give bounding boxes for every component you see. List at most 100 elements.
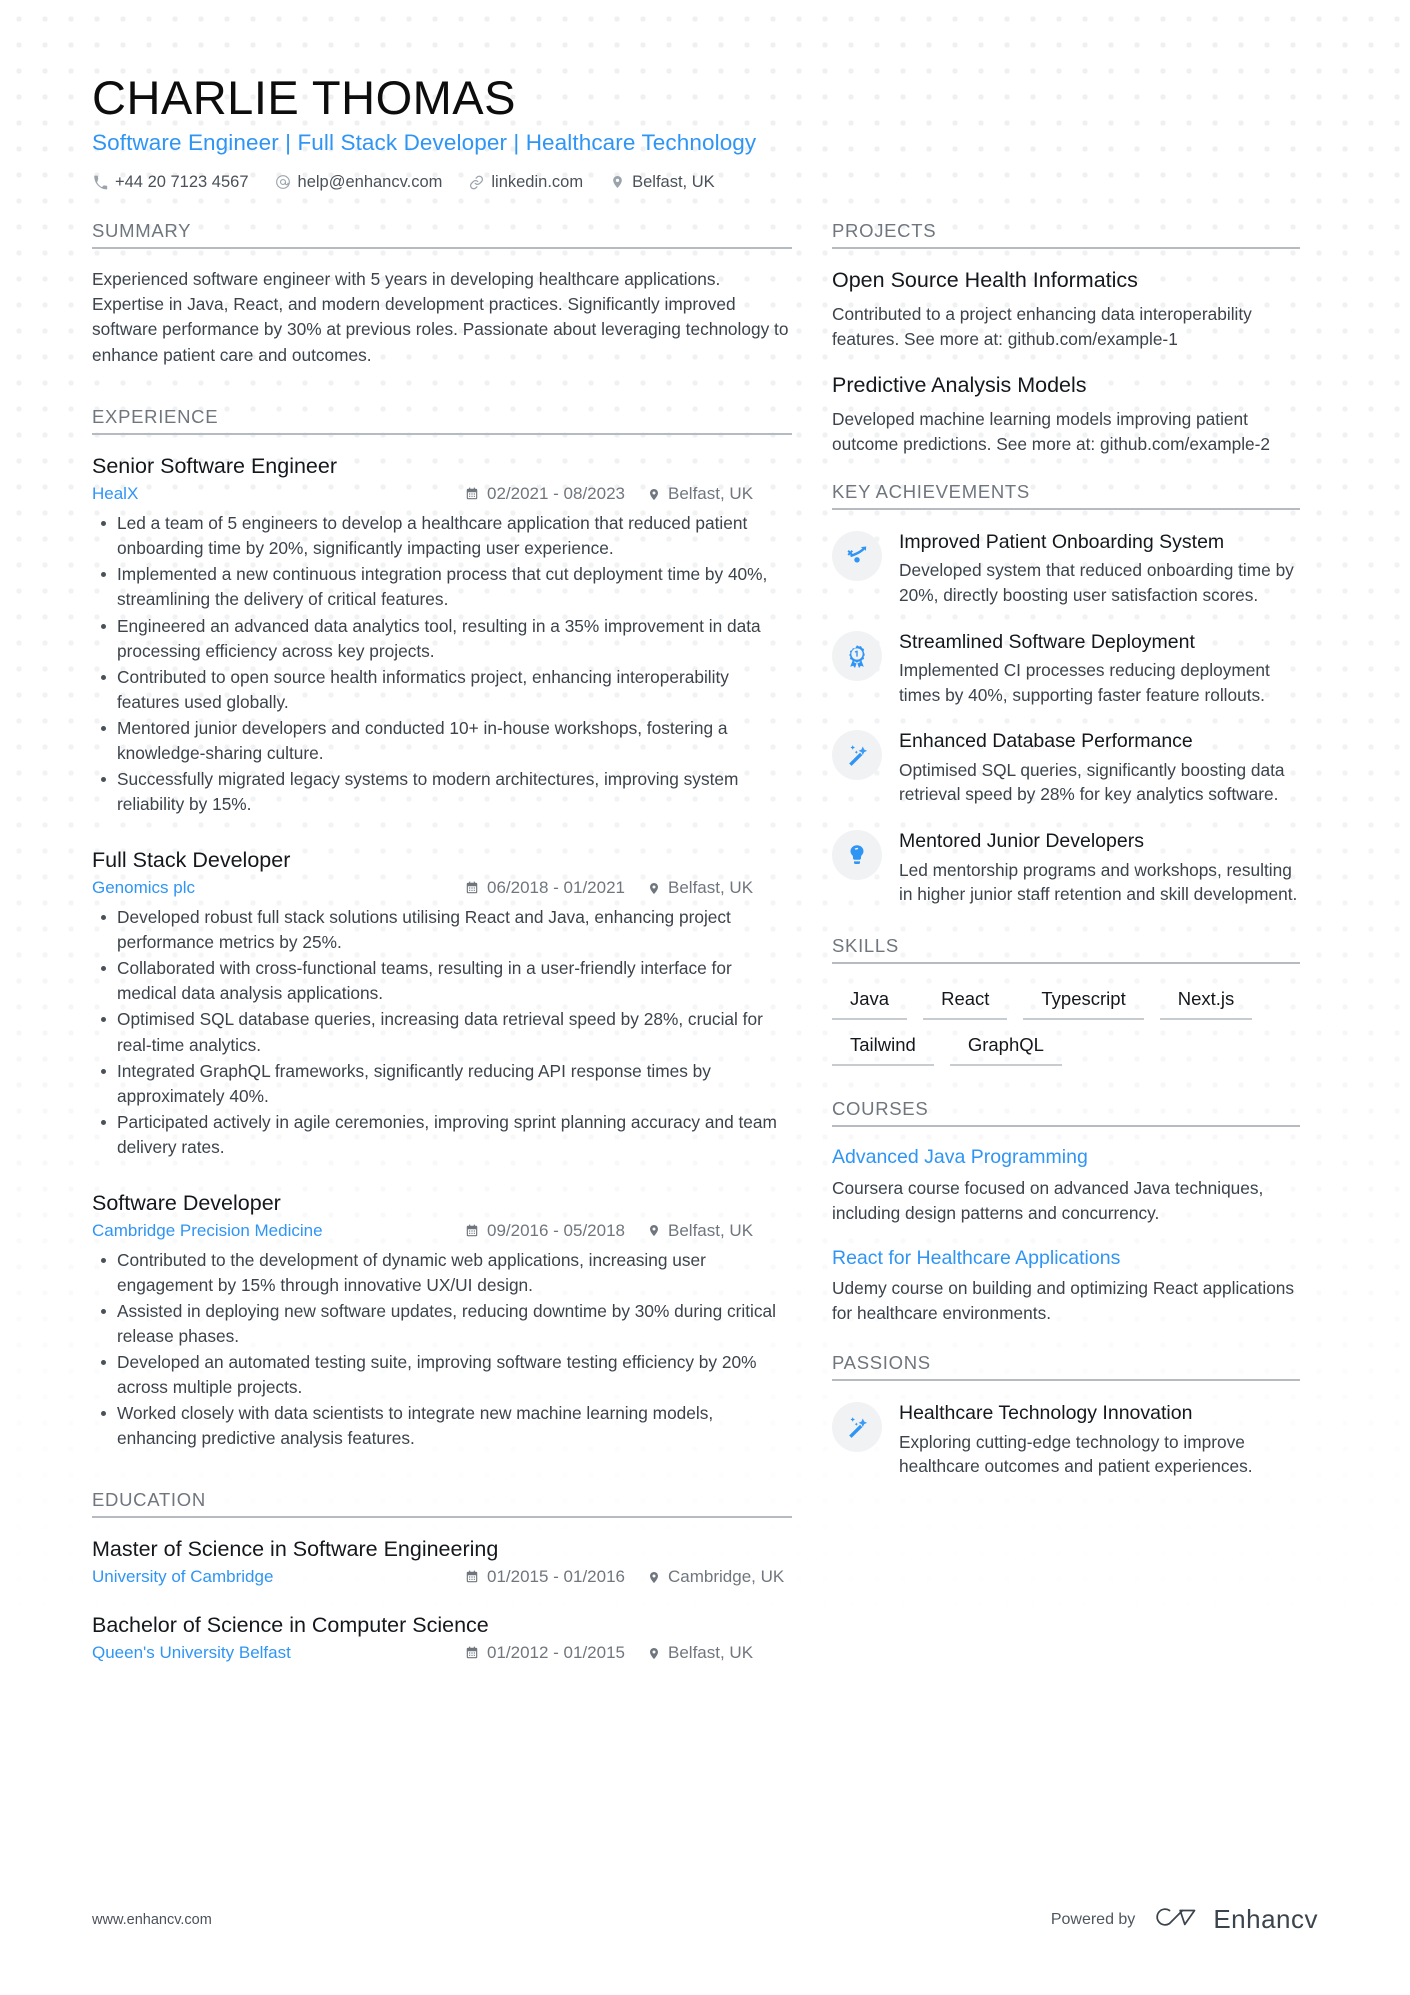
experience-location: Belfast, UK bbox=[647, 878, 792, 898]
section-title-key-achievements: KEY ACHIEVEMENTS bbox=[832, 481, 1300, 510]
project-title: Predictive Analysis Models bbox=[832, 372, 1087, 397]
calendar-icon bbox=[465, 1223, 479, 1238]
footer-website-url[interactable]: www.enhancv.com bbox=[92, 1912, 212, 1928]
location-pin-icon bbox=[647, 487, 661, 502]
experience-meta: Cambridge Precision Medicine 09/2016 - 0… bbox=[92, 1221, 792, 1241]
contact-phone[interactable]: +44 20 7123 4567 bbox=[92, 173, 249, 192]
experience-company[interactable]: HealX bbox=[92, 484, 138, 504]
achievement-body: Enhanced Database Performance Optimised … bbox=[899, 727, 1300, 807]
experience-dates-text: 09/2016 - 05/2018 bbox=[486, 1220, 625, 1240]
achievement-description: Led mentorship programs and workshops, r… bbox=[899, 859, 1298, 905]
contact-row: +44 20 7123 4567 help@enhancv.com linked… bbox=[92, 173, 1318, 192]
enhancv-brand-name: Enhancv bbox=[1213, 1904, 1318, 1934]
calendar-icon bbox=[465, 487, 479, 502]
location-pin-icon bbox=[609, 174, 625, 190]
magic-wand-icon bbox=[832, 1402, 882, 1453]
experience-location-text: Belfast, UK bbox=[668, 1220, 754, 1240]
course-description: Coursera course focused on advanced Java… bbox=[832, 1177, 1264, 1223]
contact-email[interactable]: help@enhancv.com bbox=[275, 173, 442, 192]
education-location-text: Belfast, UK bbox=[668, 1643, 754, 1663]
achievement-item: Enhanced Database Performance Optimised … bbox=[832, 727, 1300, 807]
education-institution[interactable]: University of Cambridge bbox=[92, 1567, 273, 1587]
experience-meta: Genomics plc 06/2018 - 01/2021 Belfast, bbox=[92, 878, 792, 898]
education-meta: Queen's University Belfast 01/2012 - 01/… bbox=[92, 1643, 792, 1663]
project-description: Contributed to a project enhancing data … bbox=[832, 303, 1252, 349]
education-dates-text: 01/2012 - 01/2015 bbox=[486, 1643, 625, 1663]
section-title-education: EDUCATION bbox=[92, 1489, 792, 1519]
education-entry: Bachelor of Science in Computer Science … bbox=[92, 1612, 792, 1663]
achievement-item: Mentored Junior Developers Led mentorshi… bbox=[832, 827, 1300, 907]
location-pin-icon bbox=[647, 1646, 661, 1661]
education-entry: Master of Science in Software Engineerin… bbox=[92, 1536, 792, 1587]
footer-branding: Powered by Enhancv bbox=[1051, 1904, 1318, 1935]
contact-linkedin-text: linkedin.com bbox=[491, 172, 584, 191]
email-icon bbox=[275, 174, 291, 190]
course-title[interactable]: React for Healthcare Applications bbox=[832, 1246, 1300, 1271]
experience-location-text: Belfast, UK bbox=[668, 484, 754, 504]
award-ribbon-icon bbox=[832, 630, 882, 681]
section-key-achievements: KEY ACHIEVEMENTS Improved Patient Onboar… bbox=[832, 481, 1300, 907]
achievement-description: Implemented CI processes reducing deploy… bbox=[899, 659, 1270, 705]
experience-company[interactable]: Cambridge Precision Medicine bbox=[92, 1221, 323, 1241]
education-meta: University of Cambridge 01/2015 - 01/201… bbox=[92, 1567, 792, 1587]
course-title[interactable]: Advanced Java Programming bbox=[832, 1145, 1300, 1170]
passion-description: Exploring cutting-edge technology to imp… bbox=[899, 1431, 1253, 1477]
passion-body: Healthcare Technology Innovation Explori… bbox=[899, 1399, 1300, 1479]
section-courses: COURSES Advanced Java Programming Course… bbox=[832, 1098, 1300, 1326]
course-item: React for Healthcare Applications Udemy … bbox=[832, 1246, 1300, 1327]
location-pin-icon bbox=[647, 1223, 661, 1238]
education-dates-text: 01/2015 - 01/2016 bbox=[486, 1567, 625, 1587]
achievement-body: Improved Patient Onboarding System Devel… bbox=[899, 528, 1300, 608]
brain-icon bbox=[832, 830, 882, 881]
skill-tag[interactable]: Java bbox=[832, 984, 908, 1021]
enhancv-brand: Enhancv bbox=[1151, 1904, 1318, 1935]
education-institution[interactable]: Queen's University Belfast bbox=[92, 1643, 291, 1663]
course-item: Advanced Java Programming Coursera cours… bbox=[832, 1145, 1300, 1226]
skills-tag-list: Java React Typescript Next.js Tailwind G… bbox=[832, 982, 1300, 1067]
phone-icon bbox=[92, 174, 108, 190]
skill-tag[interactable]: React bbox=[923, 984, 1008, 1021]
powered-by-label: Powered by bbox=[1050, 1910, 1136, 1928]
section-title-projects: PROJECTS bbox=[832, 220, 1300, 249]
experience-job-title: Senior Software Engineer bbox=[92, 454, 338, 479]
section-title-skills: SKILLS bbox=[832, 935, 1300, 965]
section-title-experience: EXPERIENCE bbox=[92, 406, 792, 436]
passion-item: Healthcare Technology Innovation Explori… bbox=[832, 1399, 1300, 1479]
project-title: Open Source Health Informatics bbox=[832, 267, 1138, 292]
right-column: PROJECTS Open Source Health Informatics … bbox=[832, 220, 1300, 1671]
achievement-title: Streamlined Software Deployment bbox=[899, 630, 1195, 653]
project-description: Developed machine learning models improv… bbox=[832, 408, 1271, 454]
magic-wand-icon bbox=[832, 730, 882, 781]
education-degree: Master of Science in Software Engineerin… bbox=[92, 1537, 499, 1562]
experience-entry: Full Stack Developer Genomics plc 06/201… bbox=[92, 847, 792, 1160]
bullet-item: Mentored junior developers and conducted… bbox=[92, 716, 792, 766]
education-dates: 01/2015 - 01/2016 bbox=[465, 1567, 625, 1587]
bullet-item: Optimised SQL database queries, increasi… bbox=[92, 1007, 792, 1057]
experience-dates: 06/2018 - 01/2021 bbox=[465, 878, 625, 898]
experience-dates-text: 02/2021 - 08/2023 bbox=[486, 484, 625, 504]
project-item: Open Source Health Informatics Contribut… bbox=[832, 267, 1300, 352]
experience-meta: HealX 02/2021 - 08/2023 Belfast, UK bbox=[92, 484, 792, 504]
contact-linkedin[interactable]: linkedin.com bbox=[468, 173, 583, 192]
section-title-courses: COURSES bbox=[832, 1098, 1300, 1128]
bullet-item: Worked closely with data scientists to i… bbox=[92, 1401, 792, 1451]
skill-tag[interactable]: Tailwind bbox=[832, 1030, 934, 1067]
skill-tag[interactable]: GraphQL bbox=[949, 1030, 1062, 1067]
contact-phone-text: +44 20 7123 4567 bbox=[115, 172, 249, 191]
left-column: SUMMARY Experienced software engineer wi… bbox=[92, 220, 792, 1671]
calendar-icon bbox=[465, 1646, 479, 1661]
achievement-item: Streamlined Software Deployment Implemen… bbox=[832, 628, 1300, 708]
summary-text: Experienced software engineer with 5 yea… bbox=[92, 268, 789, 365]
achievement-body: Streamlined Software Deployment Implemen… bbox=[899, 628, 1300, 708]
skill-tag[interactable]: Next.js bbox=[1159, 984, 1253, 1021]
link-icon bbox=[468, 174, 484, 190]
skill-tag[interactable]: Typescript bbox=[1023, 984, 1144, 1021]
trend-arrow-icon bbox=[832, 530, 882, 581]
contact-location-text: Belfast, UK bbox=[632, 172, 715, 191]
achievement-item: Improved Patient Onboarding System Devel… bbox=[832, 528, 1300, 608]
education-location: Belfast, UK bbox=[647, 1643, 792, 1663]
experience-company[interactable]: Genomics plc bbox=[92, 878, 195, 898]
bullet-item: Implemented a new continuous integration… bbox=[92, 562, 792, 612]
passion-title: Healthcare Technology Innovation bbox=[899, 1402, 1193, 1425]
section-projects: PROJECTS Open Source Health Informatics … bbox=[832, 220, 1300, 457]
